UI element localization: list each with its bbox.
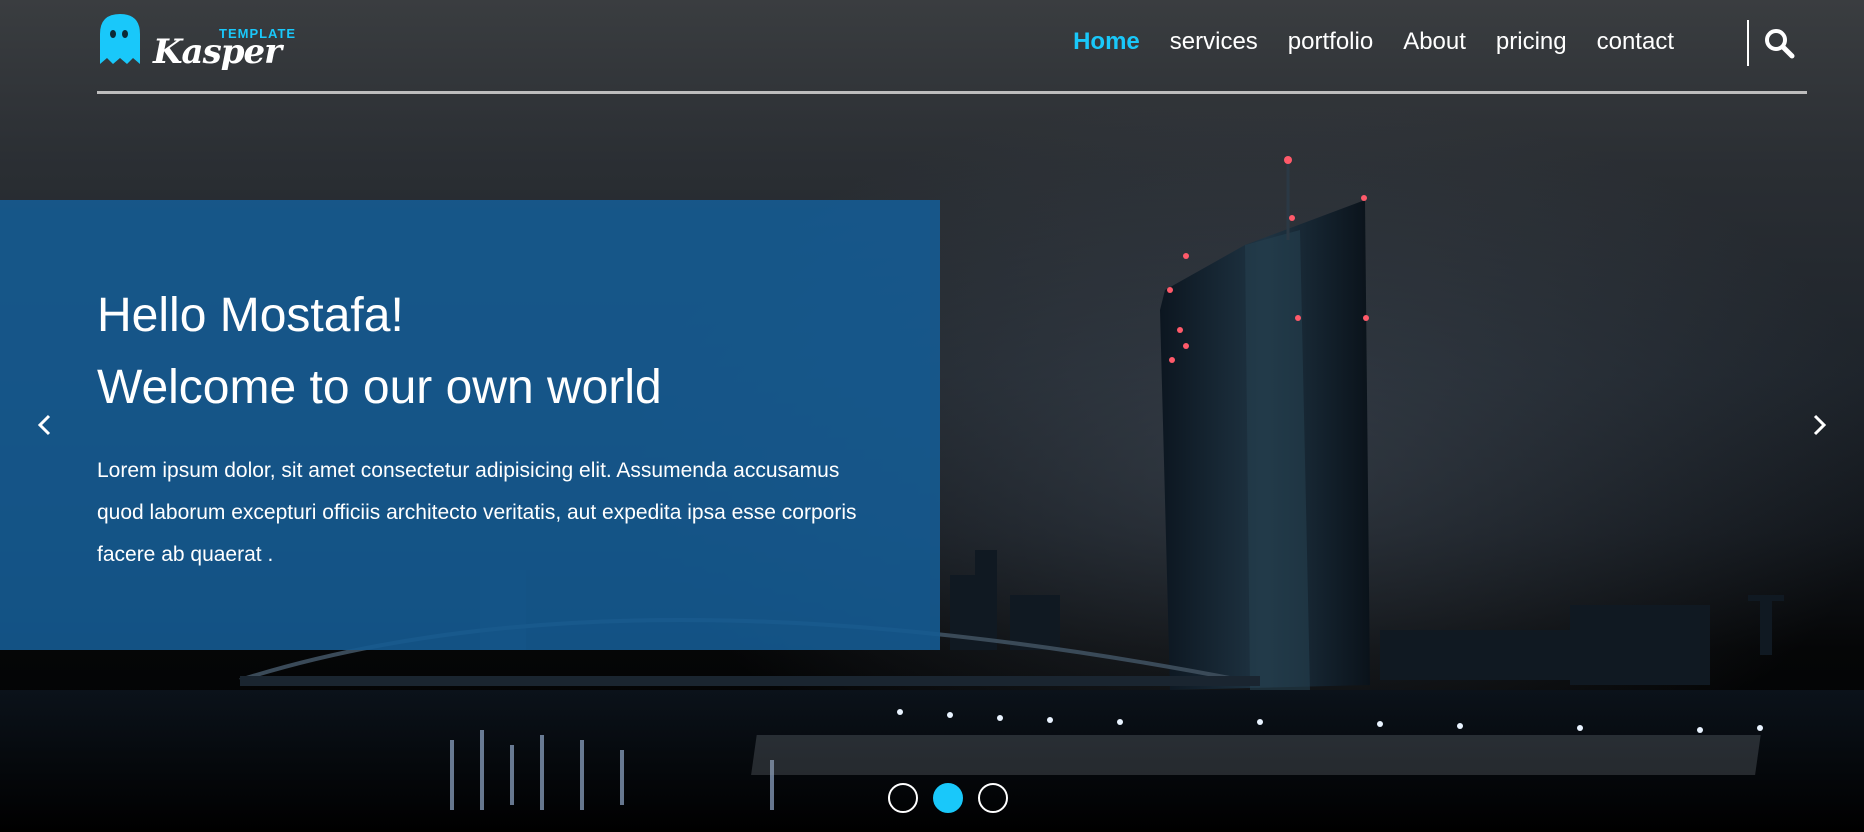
prev-slide-button[interactable] [30, 410, 60, 440]
chevron-right-icon [1813, 414, 1827, 436]
hero-text-box: Hello Mostafa! Welcome to our own world … [0, 200, 940, 650]
nav-item-contact[interactable]: contact [1582, 24, 1689, 91]
nav-item-services[interactable]: services [1155, 24, 1273, 91]
main-nav: Home services portfolio About pricing co… [1058, 24, 1689, 94]
header-divider-line [97, 91, 1807, 94]
search-icon [1765, 29, 1795, 59]
hero-slider: TEMPLATE Kasper Home services portfolio … [0, 0, 1864, 832]
nav-item-home[interactable]: Home [1058, 24, 1155, 94]
search-button[interactable] [1763, 27, 1795, 59]
hero-heading-line2: Welcome to our own world [97, 361, 662, 414]
brand-logo[interactable]: TEMPLATE Kasper [97, 10, 297, 74]
brand-name: Kasper [153, 32, 282, 72]
slider-bullets [888, 783, 1008, 813]
nav-item-pricing[interactable]: pricing [1481, 24, 1582, 91]
next-slide-button[interactable] [1804, 410, 1834, 440]
hero-heading: Hello Mostafa! Welcome to our own world [97, 280, 662, 424]
hero-heading-line1: Hello Mostafa! [97, 289, 404, 342]
ghost-icon [100, 14, 140, 64]
nav-item-about[interactable]: About [1388, 24, 1481, 91]
nav-item-portfolio[interactable]: portfolio [1273, 24, 1388, 91]
site-header: TEMPLATE Kasper Home services portfolio … [97, 0, 1807, 96]
slide-bullet-2[interactable] [933, 783, 963, 813]
nav-divider [1747, 20, 1749, 66]
slide-bullet-1[interactable] [888, 783, 918, 813]
slide-bullet-3[interactable] [978, 783, 1008, 813]
chevron-left-icon [37, 414, 51, 436]
hero-paragraph: Lorem ipsum dolor, sit amet consectetur … [97, 459, 857, 566]
